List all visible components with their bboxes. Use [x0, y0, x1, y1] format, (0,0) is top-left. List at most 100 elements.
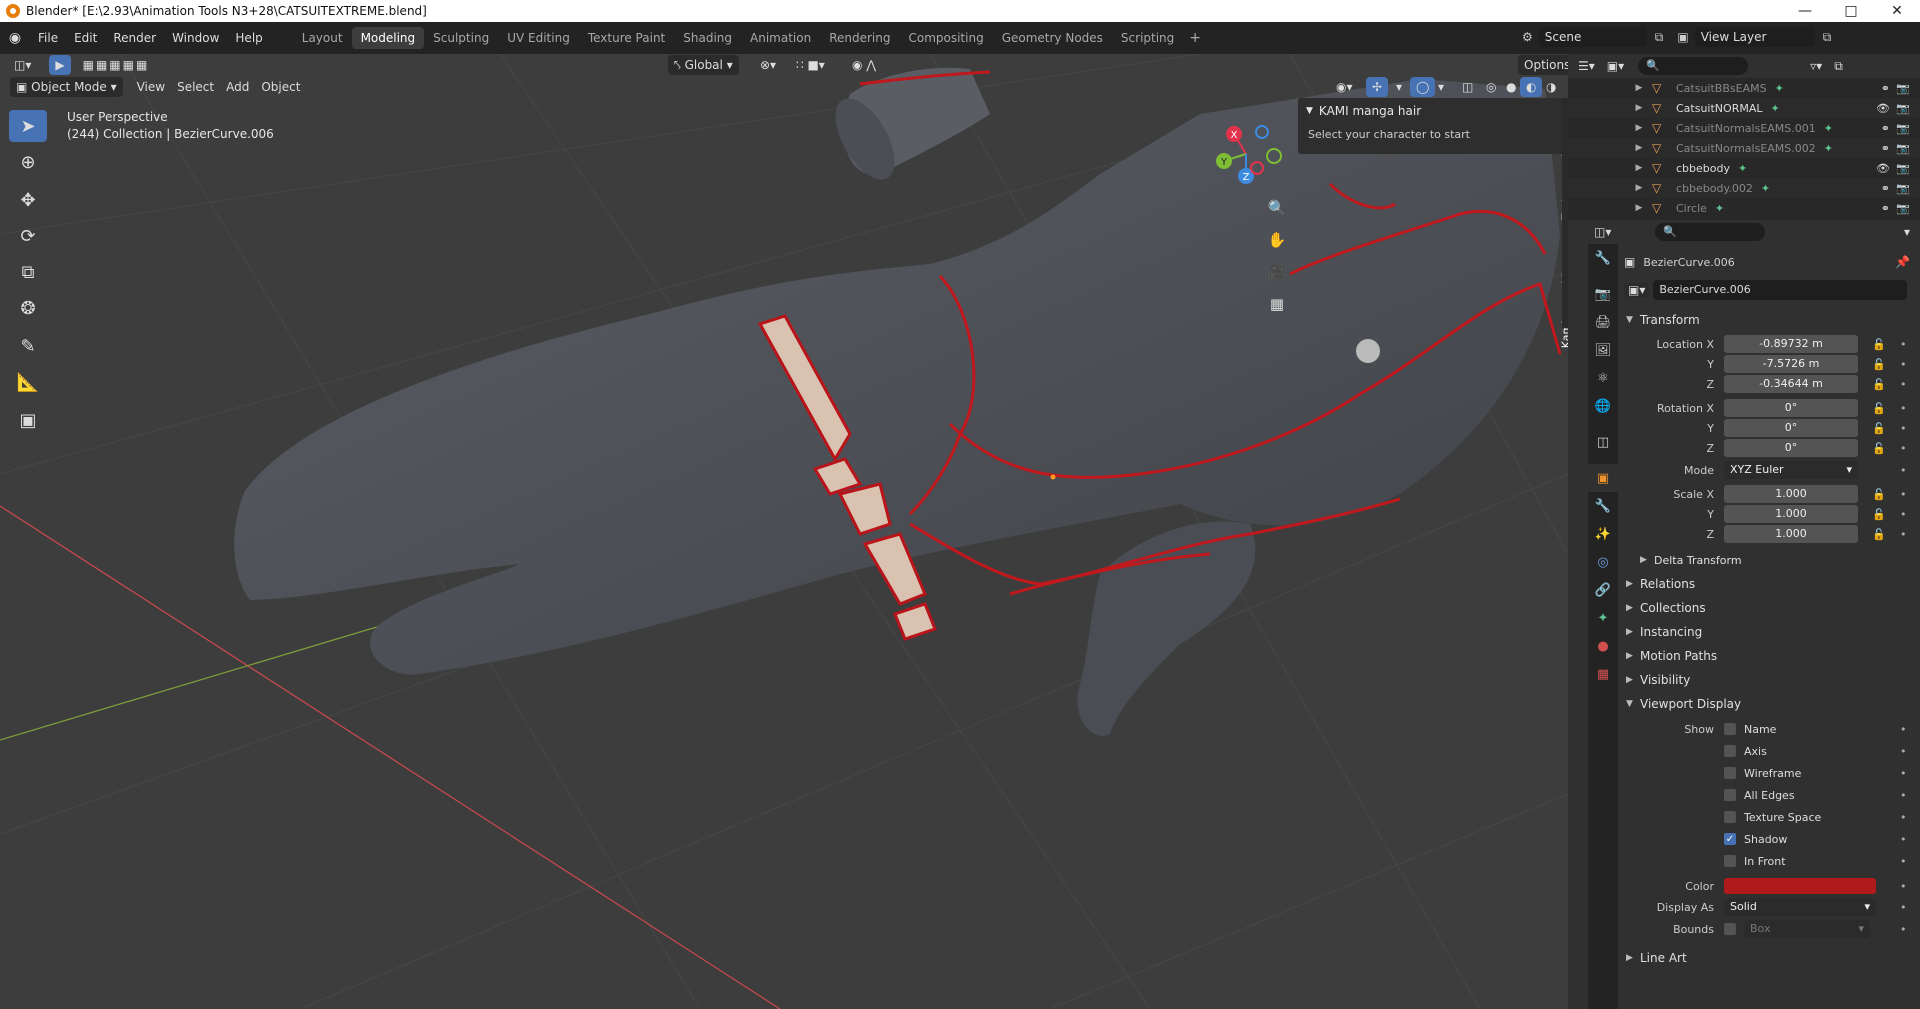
output-tab-icon[interactable]: 🖨	[1588, 308, 1618, 336]
scale-z-field[interactable]: 1.000	[1724, 525, 1858, 543]
line-art-section[interactable]: ▶ Line Art	[1618, 946, 1920, 970]
scene-icon[interactable]: ⚙	[1522, 30, 1533, 44]
motion-paths-section[interactable]: ▶ Motion Paths	[1618, 644, 1920, 668]
keyframe-dot-icon[interactable]: •	[1900, 508, 1907, 521]
rotate-tool-icon[interactable]: ⟳	[9, 220, 47, 252]
render-camera-icon[interactable]: 📷	[1896, 122, 1910, 135]
cursor-tool-icon[interactable]: ⊕	[9, 146, 47, 178]
keyframe-dot-icon[interactable]: •	[1900, 855, 1907, 868]
viewport-menu-view[interactable]: View	[131, 77, 171, 97]
keyframe-dot-icon[interactable]: •	[1900, 880, 1907, 893]
outliner-editor-icon[interactable]: ☰▾	[1572, 56, 1601, 76]
menu-render[interactable]: Render	[105, 27, 164, 49]
gizmo-dropdown-icon[interactable]: ▾	[1390, 77, 1408, 97]
show-wireframe-checkbox[interactable]	[1724, 767, 1736, 779]
menu-file[interactable]: File	[30, 27, 66, 49]
expand-icon[interactable]: ▶	[1632, 203, 1646, 213]
expand-icon[interactable]: ▶	[1632, 183, 1646, 193]
properties-editor-icon[interactable]: ◫▾	[1588, 222, 1617, 242]
instancing-section[interactable]: ▶ Instancing	[1618, 620, 1920, 644]
location-y-field[interactable]: -7.5726 m	[1724, 355, 1858, 373]
show-all-edges-checkbox[interactable]	[1724, 789, 1736, 801]
transform-tool-icon[interactable]: ❂	[9, 292, 47, 324]
keyframe-dot-icon[interactable]: •	[1900, 723, 1907, 736]
annotate-tool-icon[interactable]: ✎	[9, 330, 47, 362]
lock-icon[interactable]: 🔓	[1872, 422, 1886, 435]
keyframe-dot-icon[interactable]: •	[1900, 789, 1907, 802]
texture-tab-icon[interactable]: ▦	[1588, 660, 1618, 688]
pivot-icon[interactable]: ⊗▾	[754, 55, 782, 75]
tab-layout[interactable]: Layout	[293, 27, 352, 49]
lock-icon[interactable]: 🔓	[1872, 402, 1886, 415]
object-name-field[interactable]: BezierCurve.006	[1653, 280, 1908, 300]
modifier-tab-icon[interactable]: 🔧	[1588, 492, 1618, 520]
lock-icon[interactable]: 🔓	[1872, 442, 1886, 455]
keyframe-dot-icon[interactable]: •	[1900, 767, 1907, 780]
data-tab-icon[interactable]: ✦	[1588, 604, 1618, 632]
properties-search-field[interactable]: 🔍	[1655, 223, 1766, 241]
show-axis-checkbox[interactable]	[1724, 745, 1736, 757]
tab-rendering[interactable]: Rendering	[820, 27, 899, 49]
outliner-row[interactable]: ▶ ▽ cbbebody.002 ✦ ⚭ 📷	[1568, 178, 1920, 198]
tab-animation[interactable]: Animation	[741, 27, 820, 49]
select-tool-icon[interactable]: ➤	[9, 110, 47, 142]
expand-icon[interactable]: ▶	[1632, 103, 1646, 113]
new-scene-icon[interactable]: ⧉	[1655, 30, 1664, 45]
datablock-browse-icon[interactable]: ▣▾	[1624, 283, 1650, 297]
keyframe-dot-icon[interactable]: •	[1900, 923, 1907, 936]
visibility-icon[interactable]: ◉▾	[1330, 77, 1359, 97]
keyframe-dot-icon[interactable]: •	[1900, 464, 1907, 477]
rotation-x-field[interactable]: 0°	[1724, 399, 1858, 417]
rotation-z-field[interactable]: 0°	[1724, 439, 1858, 457]
tab-uv-editing[interactable]: UV Editing	[498, 27, 579, 49]
scale-tool-icon[interactable]: ⧉	[9, 256, 47, 288]
visibility-eye-icon[interactable]: ⚭	[1881, 122, 1890, 135]
expand-icon[interactable]: ▶	[1632, 163, 1646, 173]
properties-options-icon[interactable]: ▾	[1898, 222, 1916, 242]
visibility-eye-icon[interactable]: ⚭	[1881, 82, 1890, 95]
viewport-menu-add[interactable]: Add	[220, 77, 255, 97]
transform-section[interactable]: ▼ Transform	[1618, 308, 1920, 332]
show-shadow-checkbox[interactable]: ✓	[1724, 833, 1736, 845]
outliner[interactable]: ☰▾ ▣▾ 🔍 ▿▾ ⧉ ▶ ▽ CatsuitBBsEAMS ✦ ⚭ 📷 ▶ ▽ Catsui…	[1568, 54, 1920, 220]
lock-icon[interactable]: 🔓	[1872, 488, 1886, 501]
render-camera-icon[interactable]: 📷	[1896, 102, 1910, 115]
constraints-tab-icon[interactable]: 🔗	[1588, 576, 1618, 604]
outliner-row[interactable]: ▶ ▽ CatsuitNORMAL ✦ 👁 📷	[1568, 98, 1920, 118]
show-texture-space-checkbox[interactable]	[1724, 811, 1736, 823]
pan-hand-icon[interactable]: ✋	[1262, 226, 1292, 254]
rotation-mode-dropdown[interactable]: XYZ Euler ▾	[1724, 461, 1858, 479]
camera-view-icon[interactable]: 🎥	[1262, 258, 1292, 286]
scene-tab-icon[interactable]: ⚛	[1588, 364, 1618, 392]
zoom-icon[interactable]: 🔍	[1262, 194, 1292, 222]
scale-y-field[interactable]: 1.000	[1724, 505, 1858, 523]
filter-icon[interactable]: ▿▾	[1804, 56, 1828, 76]
keyframe-dot-icon[interactable]: •	[1900, 422, 1907, 435]
proportional-edit-icon[interactable]: ◉ ⋀	[846, 55, 882, 75]
outliner-row[interactable]: ▶ ▽ Circle ✦ ⚭ 📷	[1568, 198, 1920, 218]
tool-tab-icon[interactable]: 🔧	[1588, 244, 1618, 272]
outliner-row[interactable]: ▶ ▽ cbbebody ✦ 👁 📷	[1568, 158, 1920, 178]
show-name-checkbox[interactable]	[1724, 723, 1736, 735]
material-tab-icon[interactable]: ●	[1588, 632, 1618, 660]
scene-field[interactable]: Scene	[1538, 27, 1647, 47]
menu-window[interactable]: Window	[164, 27, 227, 49]
overlays-dropdown-icon[interactable]: ▾	[1432, 77, 1450, 97]
bounds-dropdown[interactable]: Box ▾	[1744, 920, 1870, 938]
keyframe-dot-icon[interactable]: •	[1900, 378, 1907, 391]
close-icon[interactable]: ✕	[1874, 0, 1920, 22]
lock-icon[interactable]: 🔓	[1872, 508, 1886, 521]
render-tab-icon[interactable]: 📷	[1588, 280, 1618, 308]
render-camera-icon[interactable]: 📷	[1896, 202, 1910, 215]
rotation-y-field[interactable]: 0°	[1724, 419, 1858, 437]
new-view-layer-icon[interactable]: ⧉	[1823, 30, 1832, 45]
visibility-section[interactable]: ▶ Visibility	[1618, 668, 1920, 692]
keyframe-dot-icon[interactable]: •	[1900, 338, 1907, 351]
options-dropdown[interactable]: Options ▾	[1518, 55, 1568, 92]
visibility-eye-icon[interactable]: ⚭	[1881, 202, 1890, 215]
new-collection-icon[interactable]: ⧉	[1828, 56, 1849, 76]
view-layer-field[interactable]: View Layer	[1694, 27, 1815, 47]
mode-dropdown[interactable]: ▣ Object Mode ▾	[10, 77, 123, 97]
collections-section[interactable]: ▶ Collections	[1618, 596, 1920, 620]
visibility-eye-icon[interactable]: ⚭	[1881, 182, 1890, 195]
